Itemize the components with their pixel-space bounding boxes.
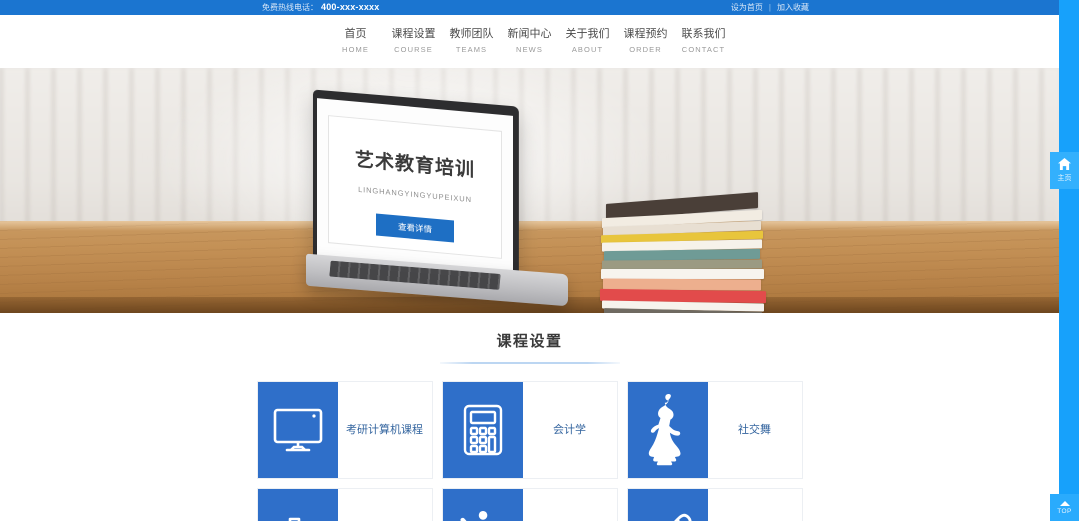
main-content-column: 免费热线电话： 400-xxx-xxxx 设为首页 | 加入收藏 首页 HOME 课程… [0,0,1059,521]
set-homepage-link[interactable]: 设为首页 [731,3,763,12]
course-card-accounting-label: 会计学 [553,423,586,436]
nav-item-order-cn: 课程预约 [623,28,668,40]
nav-item-order-en: ORDER [629,45,662,54]
primary-navigation: 首页 HOME 课程设置 COURSE 教师团队 TEAMS 新闻中心 NEWS… [0,15,1059,68]
laptop-illustration: 艺术教育培训 LINGHANGYINGYUPEIXUN 查看详情 [306,89,568,313]
course-card-dance[interactable]: 社交舞 [626,381,803,479]
nav-item-news[interactable]: 新闻中心 NEWS [501,27,559,56]
add-favorite-link[interactable]: 加入收藏 [777,3,809,12]
nav-item-teams[interactable]: 教师团队 TEAMS [443,27,501,56]
hero-subtitle: LINGHANGYINGYUPEIXUN [358,184,472,205]
hotline-label: 免费热线电话： [262,3,318,12]
nav-item-course[interactable]: 课程设置 COURSE [385,27,443,56]
hero-title: 艺术教育培训 [354,149,475,182]
calculator-icon [442,382,523,478]
section-divider [439,362,620,364]
book-stack-illustration [592,192,782,313]
nav-item-about[interactable]: 关于我们 ABOUT [559,27,617,56]
rail-top-label: TOP [1057,508,1072,515]
rail-scroll-top-button[interactable]: TOP [1050,494,1079,521]
right-side-rail: 主页 TOP [1050,0,1079,521]
rail-home-label: 主页 [1057,175,1072,182]
nav-item-home-en: HOME [342,45,369,54]
hotline-text: 免费热线电话： 400-xxx-xxxx [262,0,379,15]
gymnast-icon [442,489,523,521]
link-separator: | [768,3,771,12]
camera-icon [257,489,338,521]
course-card-computer-label: 考研计算机课程 [346,423,423,436]
nav-item-home-cn: 首页 [344,28,367,40]
nav-item-contact-en: CONTACT [681,45,726,54]
top-utility-bar: 免费热线电话： 400-xxx-xxxx 设为首页 | 加入收藏 [0,0,1059,15]
monitor-icon [257,382,338,478]
course-card-design-label: 商业平面广告设计 [338,489,432,521]
dancer-icon [627,382,708,478]
hotline-number: 400-xxx-xxxx [321,2,380,12]
nav-item-about-cn: 关于我们 [565,28,610,40]
nav-item-news-cn: 新闻中心 [507,28,552,40]
rail-home-button[interactable]: 主页 [1050,152,1079,189]
nav-item-home[interactable]: 首页 HOME [327,27,385,56]
course-card-computer[interactable]: 考研计算机课程 [256,381,433,479]
hero-banner: 艺术教育培训 LINGHANGYINGYUPEIXUN 查看详情 [0,68,1059,313]
course-section-header: 课程设置 [0,330,1059,364]
nav-item-news-en: NEWS [516,45,543,54]
nav-item-teams-en: TEAMS [455,45,488,54]
course-card-grid: 考研计算机课程 会计学 社交舞 [255,381,805,521]
nav-item-contact[interactable]: 联系我们 CONTACT [675,27,733,56]
nav-item-course-cn: 课程设置 [391,28,436,40]
course-card-calligraphy[interactable]: 成人书法初级课程 [626,488,803,521]
course-card-finance[interactable]: 财务管理课程初级课程 [441,488,618,521]
nav-item-contact-cn: 联系我们 [681,28,726,40]
course-card-accounting[interactable]: 会计学 [441,381,618,479]
page-root: 免费热线电话： 400-xxx-xxxx 设为首页 | 加入收藏 首页 HOME 课程… [0,0,1079,521]
course-card-calligraphy-label: 成人书法初级课程 [708,489,802,521]
pen-icon [627,489,708,521]
nav-item-order[interactable]: 课程预约 ORDER [617,27,675,56]
course-card-finance-label: 财务管理课程初级课程 [523,489,617,521]
top-utility-links: 设为首页 | 加入收藏 [731,0,809,15]
nav-item-about-en: ABOUT [571,45,604,54]
book-8 [601,269,764,279]
hero-message-card: 艺术教育培训 LINGHANGYINGYUPEIXUN 查看详情 [328,115,502,259]
course-card-design[interactable]: 商业平面广告设计 [256,488,433,521]
laptop-screen: 艺术教育培训 LINGHANGYINGYUPEIXUN 查看详情 [317,98,513,274]
chevron-up-icon [1059,501,1070,506]
course-card-dance-label: 社交舞 [738,423,771,436]
home-icon [1050,158,1079,172]
nav-item-course-en: COURSE [394,45,433,54]
nav-item-teams-cn: 教师团队 [449,28,494,40]
course-section-title: 课程设置 [496,333,563,350]
course-section: 课程设置 考研计算机课程 会计学 社交舞 [0,313,1059,521]
hero-detail-button[interactable]: 查看详情 [375,213,454,243]
